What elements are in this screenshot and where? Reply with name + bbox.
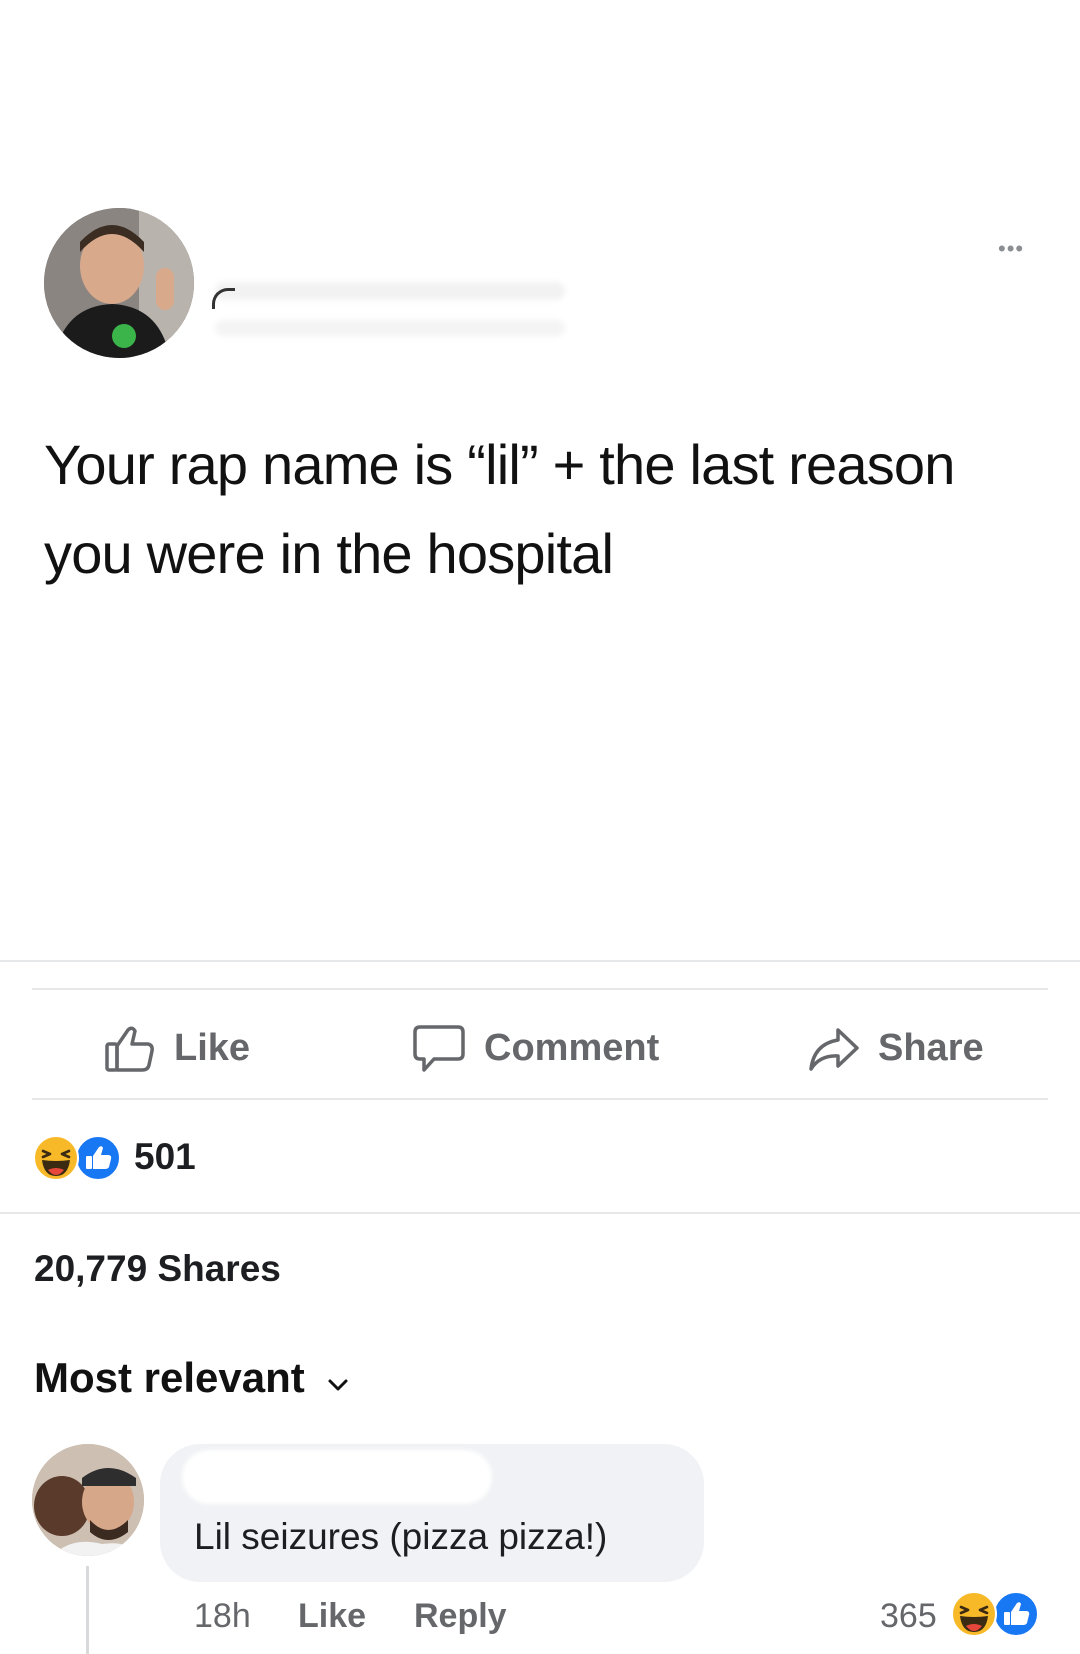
divider <box>0 1212 1080 1214</box>
speech-bubble-icon <box>412 1021 466 1075</box>
comment-reaction-count[interactable]: 365 <box>880 1597 937 1636</box>
comment-button-label: Comment <box>484 1026 660 1069</box>
post-author-avatar[interactable] <box>44 208 194 358</box>
like-button[interactable]: Like <box>104 1018 250 1078</box>
commenter-avatar[interactable] <box>32 1444 144 1556</box>
more-options-icon[interactable]: ••• <box>998 238 1024 260</box>
haha-reaction-icon <box>950 1590 998 1638</box>
share-button-label: Share <box>878 1026 984 1069</box>
reply-thread-line <box>86 1566 89 1654</box>
share-arrow-icon <box>808 1022 860 1074</box>
like-reaction-icon <box>74 1134 122 1182</box>
reaction-count[interactable]: 501 <box>134 1136 196 1178</box>
author-name-redacted <box>215 282 565 300</box>
haha-reaction-icon <box>32 1134 80 1182</box>
commenter-name-redacted[interactable] <box>182 1450 492 1504</box>
comment-like-link[interactable]: Like <box>298 1597 366 1636</box>
comment-sort-dropdown[interactable]: Most relevant <box>34 1354 349 1402</box>
post-timestamp-redacted <box>215 320 565 336</box>
divider <box>0 960 1080 962</box>
comment-timestamp[interactable]: 18h <box>194 1597 251 1636</box>
comment-text: Lil seizures (pizza pizza!) <box>194 1516 608 1557</box>
divider <box>32 988 1048 990</box>
share-button[interactable]: Share <box>808 1018 984 1078</box>
share-count[interactable]: 20,779 Shares <box>34 1248 281 1290</box>
post-text: Your rap name is “lil” + the last reason… <box>44 433 955 585</box>
like-reaction-icon <box>992 1590 1040 1638</box>
sort-label: Most relevant <box>34 1354 305 1401</box>
comment-button[interactable]: Comment <box>412 1018 659 1078</box>
chevron-down-icon <box>327 1354 349 1402</box>
thumbs-up-icon <box>104 1022 156 1074</box>
like-button-label: Like <box>174 1026 251 1069</box>
comment-reply-link[interactable]: Reply <box>414 1597 507 1636</box>
divider <box>32 1098 1048 1100</box>
